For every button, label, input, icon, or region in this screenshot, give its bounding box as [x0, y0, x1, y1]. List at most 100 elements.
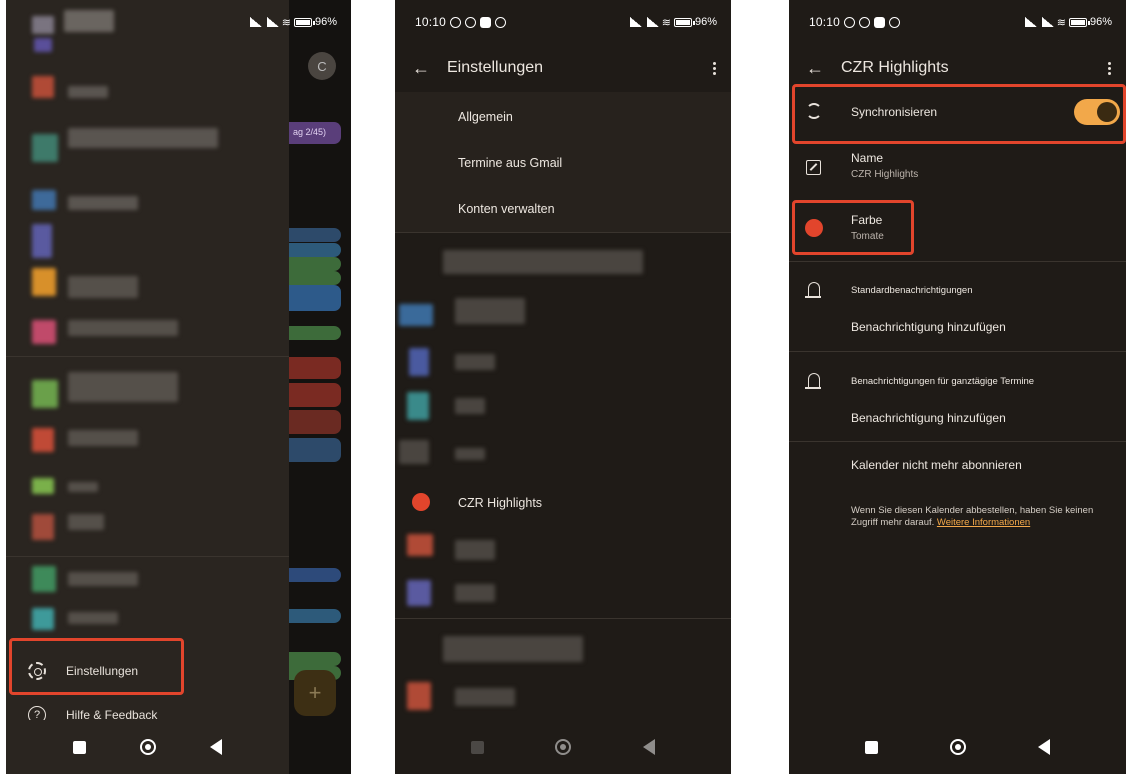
- signal-icon: [248, 17, 262, 27]
- settings-item-gmail-events[interactable]: Termine aus Gmail: [458, 156, 562, 170]
- clock: 10:10: [809, 15, 841, 29]
- recents-button[interactable]: [470, 740, 484, 754]
- name-value: CZR Highlights: [851, 169, 919, 180]
- app-icon: [874, 16, 886, 28]
- event-pill[interactable]: [289, 383, 341, 407]
- more-options-icon[interactable]: [1092, 61, 1126, 75]
- event-pill[interactable]: [289, 357, 341, 379]
- event-pill[interactable]: [289, 410, 341, 434]
- blurred-content: [443, 250, 643, 274]
- signal-icon: [628, 17, 642, 27]
- blurred-content: [399, 440, 429, 464]
- add-notification-button[interactable]: Benachrichtigung hinzufügen: [851, 320, 1006, 334]
- blurred-content: [32, 566, 56, 592]
- status-bar: 10:10 ≋ 96%: [789, 0, 1126, 44]
- home-button[interactable]: [950, 739, 966, 755]
- settings-item-manage-accounts[interactable]: Konten verwalten: [458, 202, 555, 216]
- back-button[interactable]: [643, 739, 656, 755]
- divider: [6, 556, 289, 557]
- signal-icon: [265, 17, 279, 27]
- section-default-notifications: Standardbenachrichtigungen: [851, 285, 973, 296]
- blurred-content: [32, 134, 58, 162]
- notification-icon: [450, 16, 462, 28]
- event-pill[interactable]: [289, 438, 341, 462]
- back-button[interactable]: [210, 739, 222, 755]
- divider: [395, 618, 731, 619]
- blurred-content: [32, 76, 54, 98]
- blurred-content: [407, 392, 429, 420]
- signal-icon: [1023, 17, 1037, 27]
- settings-item-general[interactable]: Allgemein: [458, 110, 513, 124]
- blurred-content: [32, 380, 58, 408]
- unsubscribe-info: Wenn Sie diesen Kalender abbestellen, ha…: [851, 505, 1111, 529]
- event-pill[interactable]: [289, 285, 341, 311]
- alarm-icon: [465, 16, 477, 28]
- battery-icon: [1068, 17, 1090, 27]
- event-pill[interactable]: [289, 228, 341, 242]
- more-info-link[interactable]: Weitere Informationen: [937, 517, 1030, 528]
- blurred-content: [68, 430, 138, 446]
- dnd-icon: [495, 16, 507, 28]
- home-button[interactable]: [140, 739, 156, 755]
- edit-icon: [806, 160, 821, 175]
- highlight-frame: [792, 84, 1126, 144]
- battery-level: 96%: [1089, 16, 1112, 28]
- alarm-icon: [859, 16, 871, 28]
- event-pill[interactable]: [289, 609, 341, 623]
- blurred-content: [455, 584, 495, 602]
- blurred-content: [443, 636, 583, 662]
- screen-settings: 10:10 ≋ 96% ← Einstellungen Allgemein Te…: [395, 0, 731, 774]
- blurred-content: [32, 190, 56, 210]
- event-pill[interactable]: ag 2/45): [289, 122, 341, 144]
- divider: [789, 351, 1126, 352]
- status-bar: ≋ 96%: [6, 0, 351, 44]
- highlight-frame: [792, 200, 914, 255]
- system-nav-bar: [789, 720, 1126, 774]
- divider: [789, 261, 1126, 262]
- battery-icon: [673, 17, 695, 27]
- blurred-content: [407, 534, 433, 556]
- blurred-content: [68, 572, 138, 586]
- event-pill[interactable]: [289, 271, 341, 285]
- event-pill[interactable]: [289, 257, 341, 271]
- blurred-content: [32, 608, 54, 630]
- blurred-content: [455, 540, 495, 560]
- wifi-icon: ≋: [1056, 16, 1066, 29]
- avatar[interactable]: C: [308, 52, 336, 80]
- status-bar: 10:10 ≋ 96%: [395, 0, 731, 44]
- recents-button[interactable]: [865, 740, 878, 754]
- bell-icon: [805, 373, 821, 389]
- blurred-content: [409, 348, 429, 376]
- event-pill[interactable]: [289, 652, 341, 666]
- name-label[interactable]: Name: [851, 151, 883, 165]
- app-bar: ← Einstellungen: [395, 44, 731, 92]
- add-allday-notification-button[interactable]: Benachrichtigung hinzufügen: [851, 411, 1006, 425]
- general-settings-section: [395, 92, 731, 232]
- blurred-content: [68, 612, 118, 624]
- home-button[interactable]: [555, 739, 572, 755]
- blurred-content: [32, 478, 54, 494]
- blurred-content: [68, 128, 218, 148]
- back-arrow-icon[interactable]: ←: [789, 58, 841, 79]
- blurred-content: [407, 682, 431, 710]
- event-pill[interactable]: [289, 326, 341, 340]
- battery-level: 96%: [694, 16, 717, 28]
- calendar-item-czr-highlights[interactable]: CZR Highlights: [458, 496, 542, 510]
- wifi-icon: ≋: [281, 16, 291, 29]
- event-pill[interactable]: [289, 568, 341, 582]
- blurred-content: [32, 320, 56, 344]
- back-arrow-icon[interactable]: ←: [395, 58, 447, 79]
- back-button[interactable]: [1038, 739, 1050, 755]
- blurred-content: [68, 482, 98, 492]
- highlight-frame: [9, 638, 184, 695]
- more-options-icon[interactable]: [697, 61, 731, 75]
- section-allday-notifications: Benachrichtigungen für ganztägige Termin…: [851, 376, 1035, 387]
- event-pill[interactable]: [289, 243, 341, 257]
- recents-button[interactable]: [73, 740, 86, 754]
- add-event-fab[interactable]: +: [294, 670, 336, 716]
- page-title: CZR Highlights: [841, 59, 949, 76]
- wifi-icon: ≋: [661, 16, 671, 29]
- divider: [789, 441, 1126, 442]
- blurred-content: [455, 688, 515, 706]
- unsubscribe-button[interactable]: Kalender nicht mehr abonnieren: [851, 458, 1022, 472]
